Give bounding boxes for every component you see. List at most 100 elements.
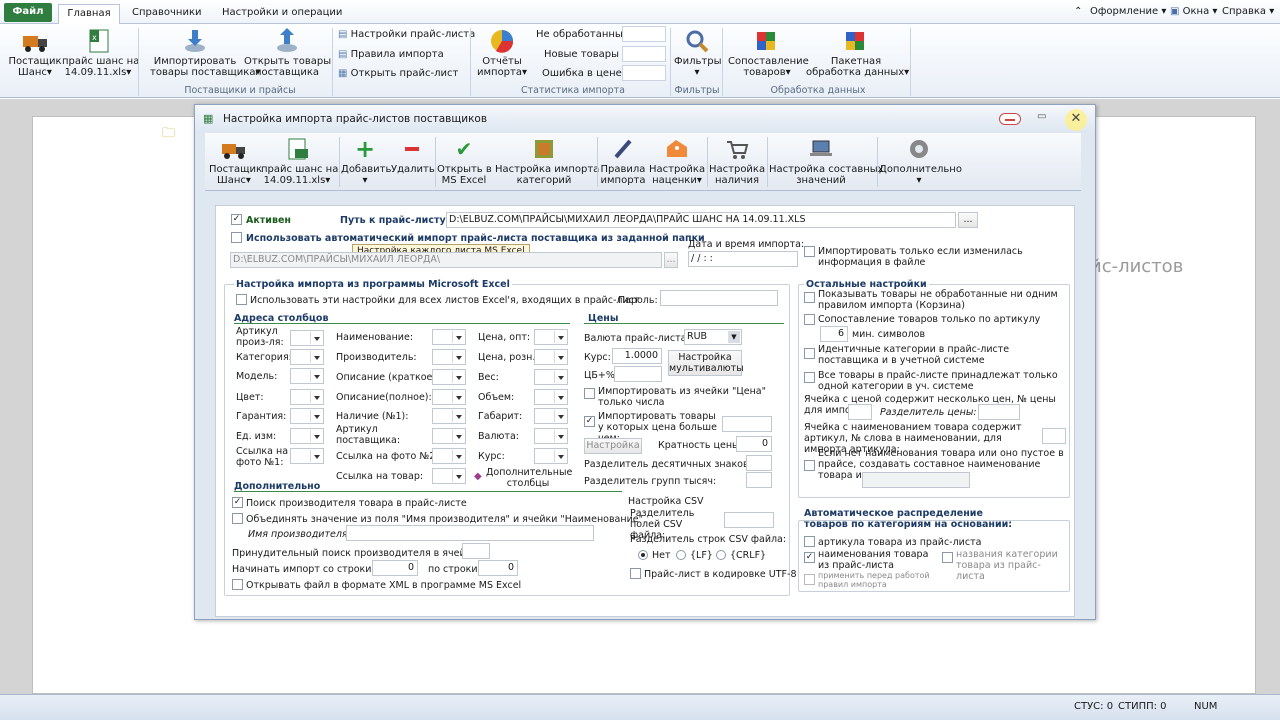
folder-browse-button[interactable]: ... — [664, 252, 678, 268]
import-price-number-checkbox[interactable] — [584, 388, 595, 399]
stock-col-select[interactable] — [432, 408, 466, 424]
to-row-input[interactable]: 0 — [478, 560, 518, 576]
supplier-button[interactable]: Постащик Шанс▾ — [8, 28, 62, 78]
folder-input[interactable]: D:\ELBUZ.COM\ПРАЙСЫ\МИХАИЛ ЛЕОРДА\ — [230, 252, 662, 268]
extra-columns-link[interactable]: Дополнительные столбцы — [486, 467, 572, 489]
tab-file[interactable]: Файл — [4, 3, 52, 22]
batch-processing-button[interactable]: Пакетная обработка данных▾ — [806, 28, 909, 78]
setting-button[interactable]: Настройка — [584, 438, 642, 454]
composite-name-checkbox[interactable] — [804, 460, 815, 471]
unit-col-select[interactable] — [290, 428, 324, 444]
by-article-checkbox[interactable] — [804, 536, 815, 547]
auto-import-checkbox[interactable] — [231, 232, 242, 243]
volume-col-select[interactable] — [534, 389, 568, 405]
article-word-input[interactable] — [1042, 428, 1066, 444]
currency-select[interactable]: RUB ▼ — [684, 329, 742, 345]
price-separator-input[interactable] — [978, 404, 1020, 420]
open-pricelist-link[interactable]: ▦ Открыть прайс-лист — [338, 68, 458, 79]
weight-col-select[interactable] — [534, 369, 568, 385]
decimal-sep-input[interactable] — [746, 455, 772, 471]
close-icon[interactable]: ✕ — [1065, 109, 1087, 131]
extra-button[interactable]: Дополнительно ▾ — [879, 137, 962, 186]
search-manufacturer-checkbox[interactable]: ✓ — [232, 497, 243, 508]
product-link-col-select[interactable] — [432, 468, 466, 484]
pricelist-settings-link[interactable]: ▤ Настройки прайс-листа — [338, 29, 475, 40]
menu-windows[interactable]: ▣ Окна ▾ — [1170, 6, 1217, 17]
import-price-greater-checkbox[interactable]: ✓ — [584, 416, 595, 427]
color-col-select[interactable] — [290, 389, 324, 405]
csv-crlf-radio[interactable] — [716, 550, 726, 560]
price-number-input[interactable] — [848, 404, 872, 420]
tab-settings-operations[interactable]: Настройки и операции — [214, 4, 350, 24]
toolbar-pricelist-button[interactable]: прайс шанс на 14.09.11.xls▾ — [261, 137, 338, 186]
category-import-settings-button[interactable]: Настройка импорта категорий — [495, 137, 599, 186]
article-col-select[interactable] — [290, 330, 324, 346]
multicurrency-button[interactable]: Настройка мультивалюты — [668, 350, 744, 376]
datetime-input[interactable]: / / : : — [688, 251, 798, 267]
size-col-select[interactable] — [534, 408, 568, 424]
import-rules-button[interactable]: Правила импорта — [599, 137, 647, 186]
currency-col-select[interactable] — [534, 428, 568, 444]
import-rules-link[interactable]: ▤ Правила импорта — [338, 49, 444, 60]
menu-design[interactable]: Оформление ▾ — [1090, 6, 1166, 17]
warranty-col-select[interactable] — [290, 408, 324, 424]
stock-settings-button[interactable]: Настройка наличия — [709, 137, 765, 186]
price-wholesale-col-select[interactable] — [534, 329, 568, 345]
composite-cells-input[interactable] — [862, 472, 970, 488]
start-row-input[interactable]: 0 — [372, 560, 418, 576]
markup-settings-button[interactable]: Настройка наценки▾ — [649, 137, 705, 186]
price-retail-col-select[interactable] — [534, 349, 568, 365]
photo1-col-select[interactable] — [290, 448, 324, 464]
import-if-changed-checkbox[interactable] — [804, 246, 815, 257]
delete-button[interactable]: Удалить — [391, 137, 435, 175]
model-col-select[interactable] — [290, 368, 324, 384]
menu-help[interactable]: Справка ▾ — [1222, 6, 1274, 17]
merge-value-checkbox[interactable] — [232, 513, 243, 524]
tab-home[interactable]: Главная — [58, 4, 120, 24]
desc-full-col-select[interactable] — [432, 389, 466, 405]
path-input[interactable]: D:\ELBUZ.COM\ПРАЙСЫ\МИХАИЛ ЛЕОРДА\ПРАЙС … — [446, 212, 956, 228]
rate-col-select[interactable] — [534, 448, 568, 464]
utf8-checkbox[interactable] — [630, 568, 641, 579]
restore-icon[interactable]: ▭ — [1037, 111, 1046, 122]
one-category-checkbox[interactable] — [804, 372, 815, 383]
price-greater-input[interactable] — [722, 416, 772, 432]
import-supplier-goods-button[interactable]: Импортировать товары поставщика▾ — [150, 28, 261, 78]
filters-button[interactable]: Фильтры ▾ — [674, 28, 721, 78]
toolbar-supplier-button[interactable]: Постащик Шанс▾ — [209, 137, 262, 186]
show-unprocessed-checkbox[interactable] — [804, 292, 815, 303]
composite-values-button[interactable]: Настройка составных значений — [769, 137, 884, 186]
open-supplier-goods-button[interactable]: Открыть товары поставщика — [244, 28, 331, 78]
open-in-excel-button[interactable]: ✔ Открыть в MS Excel — [437, 137, 492, 186]
path-browse-button[interactable]: ... — [958, 212, 978, 228]
group-sep-input[interactable] — [746, 472, 772, 488]
multiplicity-input[interactable]: 0 — [736, 436, 772, 452]
match-goods-button[interactable]: Сопоставление товаров▾ — [728, 28, 809, 78]
add-button[interactable]: + Добавить ▾ — [341, 137, 391, 186]
password-input[interactable] — [660, 290, 778, 306]
min-chars-input[interactable]: 6 — [820, 326, 848, 342]
rate-input[interactable]: 1.0000 — [612, 348, 662, 364]
photo2-col-select[interactable] — [432, 448, 466, 464]
minimize-icon[interactable] — [999, 113, 1021, 125]
csv-field-sep-input[interactable] — [724, 512, 774, 528]
forced-search-input[interactable] — [462, 543, 490, 559]
supplier-article-col-select[interactable] — [432, 428, 466, 444]
manufacturer-name-input[interactable] — [346, 525, 594, 541]
csv-no-radio[interactable] — [638, 550, 648, 560]
name-col-select[interactable] — [432, 329, 466, 345]
apply-rules-checkbox[interactable] — [804, 574, 815, 585]
tab-reference[interactable]: Справочники — [124, 4, 210, 24]
category-col-select[interactable] — [290, 349, 324, 365]
import-reports-button[interactable]: Отчёты импорта▾ — [476, 28, 528, 78]
open-xml-checkbox[interactable] — [232, 579, 243, 590]
match-article-checkbox[interactable] — [804, 314, 815, 325]
active-checkbox[interactable]: ✓ — [231, 214, 242, 225]
by-category-names-checkbox[interactable] — [942, 552, 953, 563]
identical-categories-checkbox[interactable] — [804, 348, 815, 359]
use-for-all-checkbox[interactable] — [236, 294, 247, 305]
by-name-checkbox[interactable]: ✓ — [804, 552, 815, 563]
manufacturer-col-select[interactable] — [432, 349, 466, 365]
desc-short-col-select[interactable] — [432, 369, 466, 385]
pricelist-button[interactable]: x прайс шанс на 14.09.11.xls▾ — [62, 28, 139, 78]
